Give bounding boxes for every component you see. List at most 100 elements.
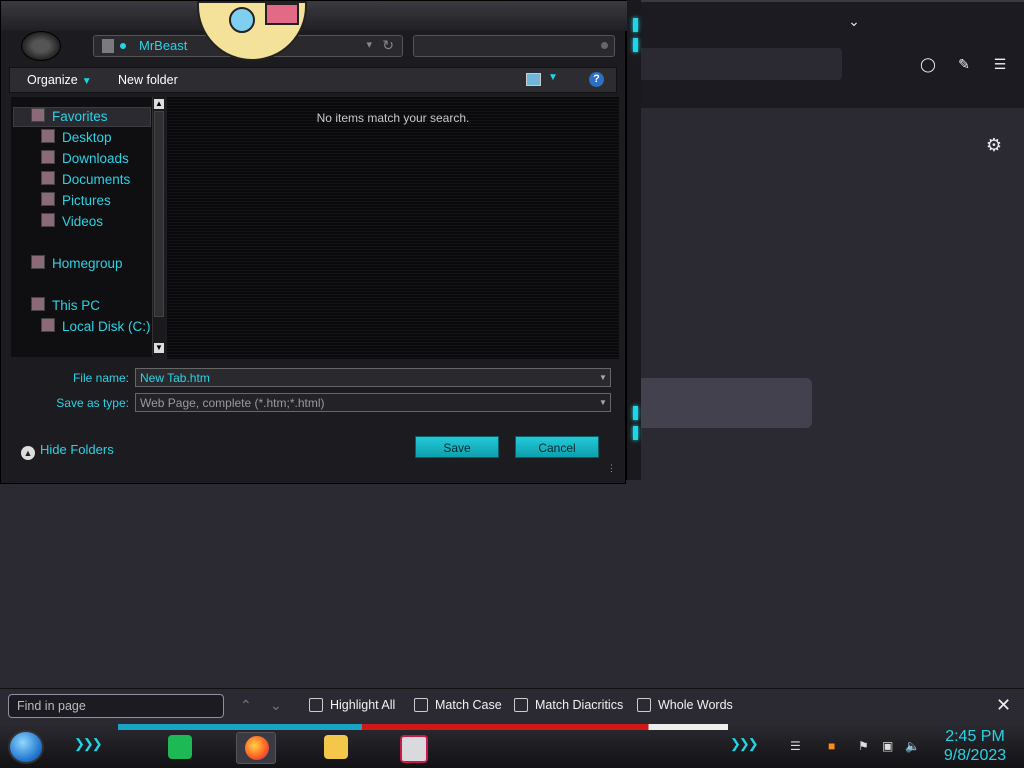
desktop-icon xyxy=(41,129,55,143)
taskbar: ❯❯❯ ❯❯❯ ☰ ■ ⚑ ▣ 🔈 2:45 PM 9/8/2023 xyxy=(0,724,1024,768)
taskbar-ribbon xyxy=(118,724,728,730)
find-next-icon[interactable]: ⌄ xyxy=(270,697,282,714)
homegroup-icon xyxy=(31,255,45,269)
show-hidden-icons-icon[interactable]: ☰ xyxy=(790,739,801,753)
nav-item-videos[interactable]: Videos xyxy=(41,213,103,229)
new-folder-button[interactable]: New folder xyxy=(118,73,178,87)
nav-item-local-disk[interactable]: Local Disk (C:) xyxy=(41,318,151,334)
highlight-all-label[interactable]: Highlight All xyxy=(330,698,395,712)
disk-icon xyxy=(41,318,55,332)
taskbar-app-firefox[interactable] xyxy=(236,732,276,764)
taskbar-app-spotify[interactable] xyxy=(160,732,198,762)
start-button[interactable] xyxy=(8,730,44,764)
file-name-label: File name: xyxy=(72,371,129,385)
folder-icon xyxy=(102,39,114,53)
save-as-type-label: Save as type: xyxy=(56,396,129,410)
frame-accent xyxy=(633,406,638,420)
frame-accent xyxy=(633,38,638,52)
nav-item-this-pc[interactable]: This PC xyxy=(31,297,100,313)
hide-folders-label: Hide Folders xyxy=(40,442,114,457)
network-icon[interactable]: ▣ xyxy=(882,739,893,753)
gear-icon[interactable]: ⚙ xyxy=(983,134,1005,156)
firefox-icon xyxy=(245,736,269,760)
nav-item-pictures[interactable]: Pictures xyxy=(41,192,111,208)
menu-icon[interactable]: ☰ xyxy=(989,53,1011,75)
pocket-icon[interactable]: ◯ xyxy=(917,53,939,75)
chevron-down-icon[interactable]: ▼ xyxy=(596,369,610,386)
close-icon[interactable]: ✕ xyxy=(996,695,1011,716)
nav-item-desktop[interactable]: Desktop xyxy=(41,129,112,145)
file-list[interactable]: No items match your search. xyxy=(167,97,619,359)
frame-accent xyxy=(633,426,638,440)
scrollbar-thumb[interactable] xyxy=(154,111,164,317)
nav-item-downloads[interactable]: Downloads xyxy=(41,150,129,166)
chevron-down-icon[interactable]: ▼ xyxy=(596,394,610,411)
star-icon xyxy=(31,108,45,122)
match-diacritics-label[interactable]: Match Diacritics xyxy=(535,698,623,712)
empty-message: No items match your search. xyxy=(316,111,470,125)
extensions-icon[interactable]: ✎ xyxy=(953,53,975,75)
save-button[interactable]: Save xyxy=(415,436,499,458)
help-icon[interactable]: ? xyxy=(589,72,604,87)
nav-item-label: Downloads xyxy=(62,151,129,166)
nav-item-label: Desktop xyxy=(62,130,112,145)
computer-icon xyxy=(31,297,45,311)
avatar-bow xyxy=(265,3,299,25)
chevron-down-icon[interactable]: ▼ xyxy=(548,72,558,83)
whole-words-checkbox[interactable] xyxy=(637,698,651,712)
save-as-type-value: Web Page, complete (*.htm;*.html) xyxy=(140,396,325,410)
list-all-tabs-icon[interactable]: ⌄ xyxy=(845,12,863,30)
scroll-down-icon[interactable]: ▼ xyxy=(154,343,164,353)
tab-strip xyxy=(630,0,1024,2)
find-in-page-input[interactable]: Find in page xyxy=(8,694,224,718)
clock-time: 2:45 PM xyxy=(945,728,1005,745)
find-bar: Find in page ⌃ ⌄ Highlight All Match Cas… xyxy=(0,688,1024,725)
nav-scrollbar[interactable]: ▲ ▼ xyxy=(152,97,165,355)
nav-item-favorites[interactable]: Favorites xyxy=(31,108,108,124)
highlight-all-checkbox[interactable] xyxy=(309,698,323,712)
chevron-down-icon[interactable]: ▾ xyxy=(366,38,372,51)
taskbar-app-media[interactable] xyxy=(392,732,430,763)
match-diacritics-checkbox[interactable] xyxy=(514,698,528,712)
nav-item-documents[interactable]: Documents xyxy=(41,171,130,187)
whole-words-label[interactable]: Whole Words xyxy=(658,698,733,712)
refresh-icon[interactable]: ↻ xyxy=(382,37,394,54)
nav-item-label: Pictures xyxy=(62,193,111,208)
match-case-checkbox[interactable] xyxy=(414,698,428,712)
nav-item-label: Local Disk (C:) xyxy=(62,319,151,334)
resize-grip-icon[interactable]: ⋮ xyxy=(607,463,616,474)
breadcrumb-separator-icon xyxy=(120,43,126,49)
find-previous-icon[interactable]: ⌃ xyxy=(240,697,252,714)
nav-item-homegroup[interactable]: Homegroup xyxy=(31,255,123,271)
navigation-pane: Favorites Desktop Downloads Documents Pi… xyxy=(11,97,153,357)
flag-icon[interactable]: ⚑ xyxy=(858,739,869,753)
pictures-icon xyxy=(41,192,55,206)
save-dialog: MrBeast ▾ ↻ Organize ▼ New folder ▼ ? Fav… xyxy=(0,0,627,484)
system-clock[interactable]: 2:45 PM 9/8/2023 xyxy=(934,727,1016,765)
back-button[interactable] xyxy=(21,31,61,61)
file-name-value: New Tab.htm xyxy=(140,371,210,385)
folder-icon xyxy=(324,735,348,759)
match-case-label[interactable]: Match Case xyxy=(435,698,502,712)
save-as-type-select[interactable]: Web Page, complete (*.htm;*.html) ▼ xyxy=(135,393,611,412)
dialog-toolbar: Organize ▼ New folder ▼ ? xyxy=(9,67,617,93)
taskbar-app-file-explorer[interactable] xyxy=(316,732,354,762)
collapse-icon: ▲ xyxy=(21,446,35,460)
volume-icon[interactable]: 🔈 xyxy=(905,739,920,753)
view-icon[interactable] xyxy=(526,73,541,86)
app-tray-icon[interactable]: ■ xyxy=(828,739,835,753)
url-bar[interactable] xyxy=(636,48,842,80)
search-input[interactable] xyxy=(413,35,615,57)
address-path[interactable]: MrBeast xyxy=(139,38,187,53)
decor-chevrons: ❯❯❯ xyxy=(74,736,103,751)
cancel-button[interactable]: Cancel xyxy=(515,436,599,458)
documents-icon xyxy=(41,171,55,185)
new-tab-search-box[interactable] xyxy=(636,378,812,428)
file-name-input[interactable]: New Tab.htm ▼ xyxy=(135,368,611,387)
scroll-up-icon[interactable]: ▲ xyxy=(154,99,164,109)
nav-item-label: This PC xyxy=(52,298,101,313)
hide-folders-button[interactable]: ▲ Hide Folders xyxy=(21,442,114,460)
organize-button[interactable]: Organize ▼ xyxy=(27,73,92,87)
search-icon[interactable] xyxy=(601,42,608,49)
clock-date: 9/8/2023 xyxy=(943,747,1007,764)
